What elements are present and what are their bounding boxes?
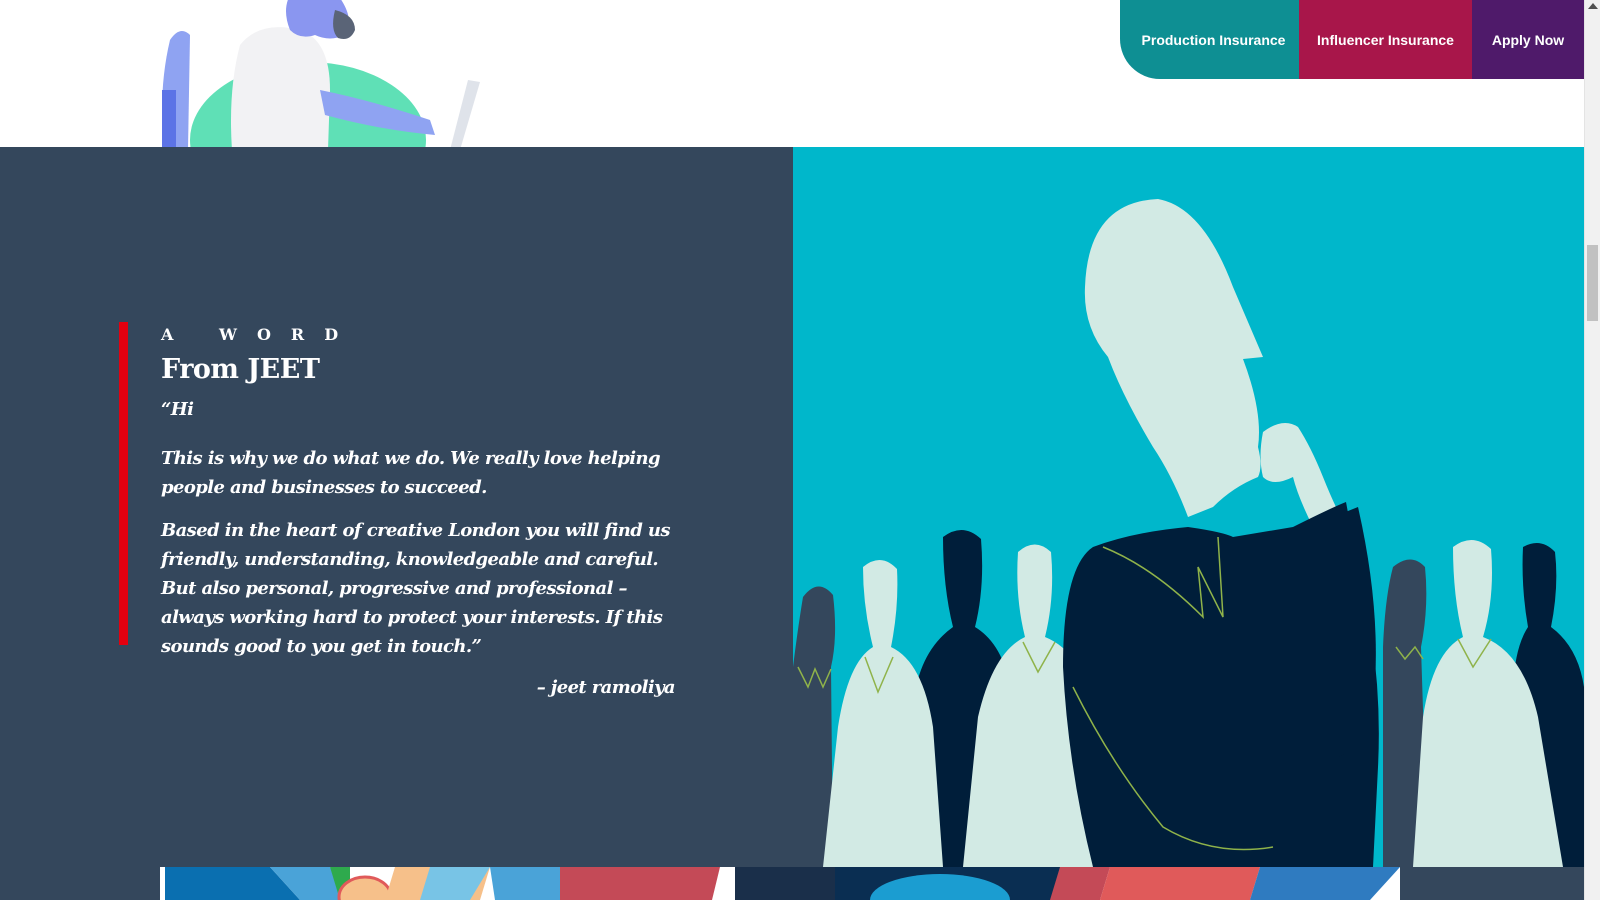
bottom-decorative-strip xyxy=(0,867,1584,900)
quote-paragraph-2: Based in the heart of creative London yo… xyxy=(161,520,671,657)
quote-heading: From JEET xyxy=(161,354,320,385)
production-insurance-button[interactable]: Production Insurance xyxy=(1120,0,1299,79)
nav-buttons: Production Insurance Influencer Insuranc… xyxy=(1120,0,1584,79)
page: Production Insurance Influencer Insuranc… xyxy=(0,0,1600,900)
thinking-man-crowd-illustration xyxy=(793,147,1584,867)
quote-eyebrow: A WORD xyxy=(161,325,359,344)
person-at-laptop-illustration xyxy=(162,0,480,147)
quote-paragraph-1: This is why we do what we do. We really … xyxy=(161,448,661,498)
quote-accent-bar xyxy=(119,322,128,645)
quote-signature: – jeet ramoliya xyxy=(536,677,676,698)
quote-greeting: “Hi xyxy=(161,399,194,420)
vertical-scrollbar[interactable] xyxy=(1584,0,1600,900)
scroll-up-arrow-icon[interactable] xyxy=(1588,3,1598,9)
apply-now-button[interactable]: Apply Now xyxy=(1472,0,1584,79)
scrollbar-thumb[interactable] xyxy=(1587,245,1598,321)
influencer-insurance-button[interactable]: Influencer Insurance xyxy=(1299,0,1472,79)
quote-section: A WORD From JEET “Hi This is why we do w… xyxy=(0,147,793,900)
quote-body: A WORD From JEET “Hi This is why we do w… xyxy=(161,325,681,698)
top-band: Production Insurance Influencer Insuranc… xyxy=(0,0,1584,147)
